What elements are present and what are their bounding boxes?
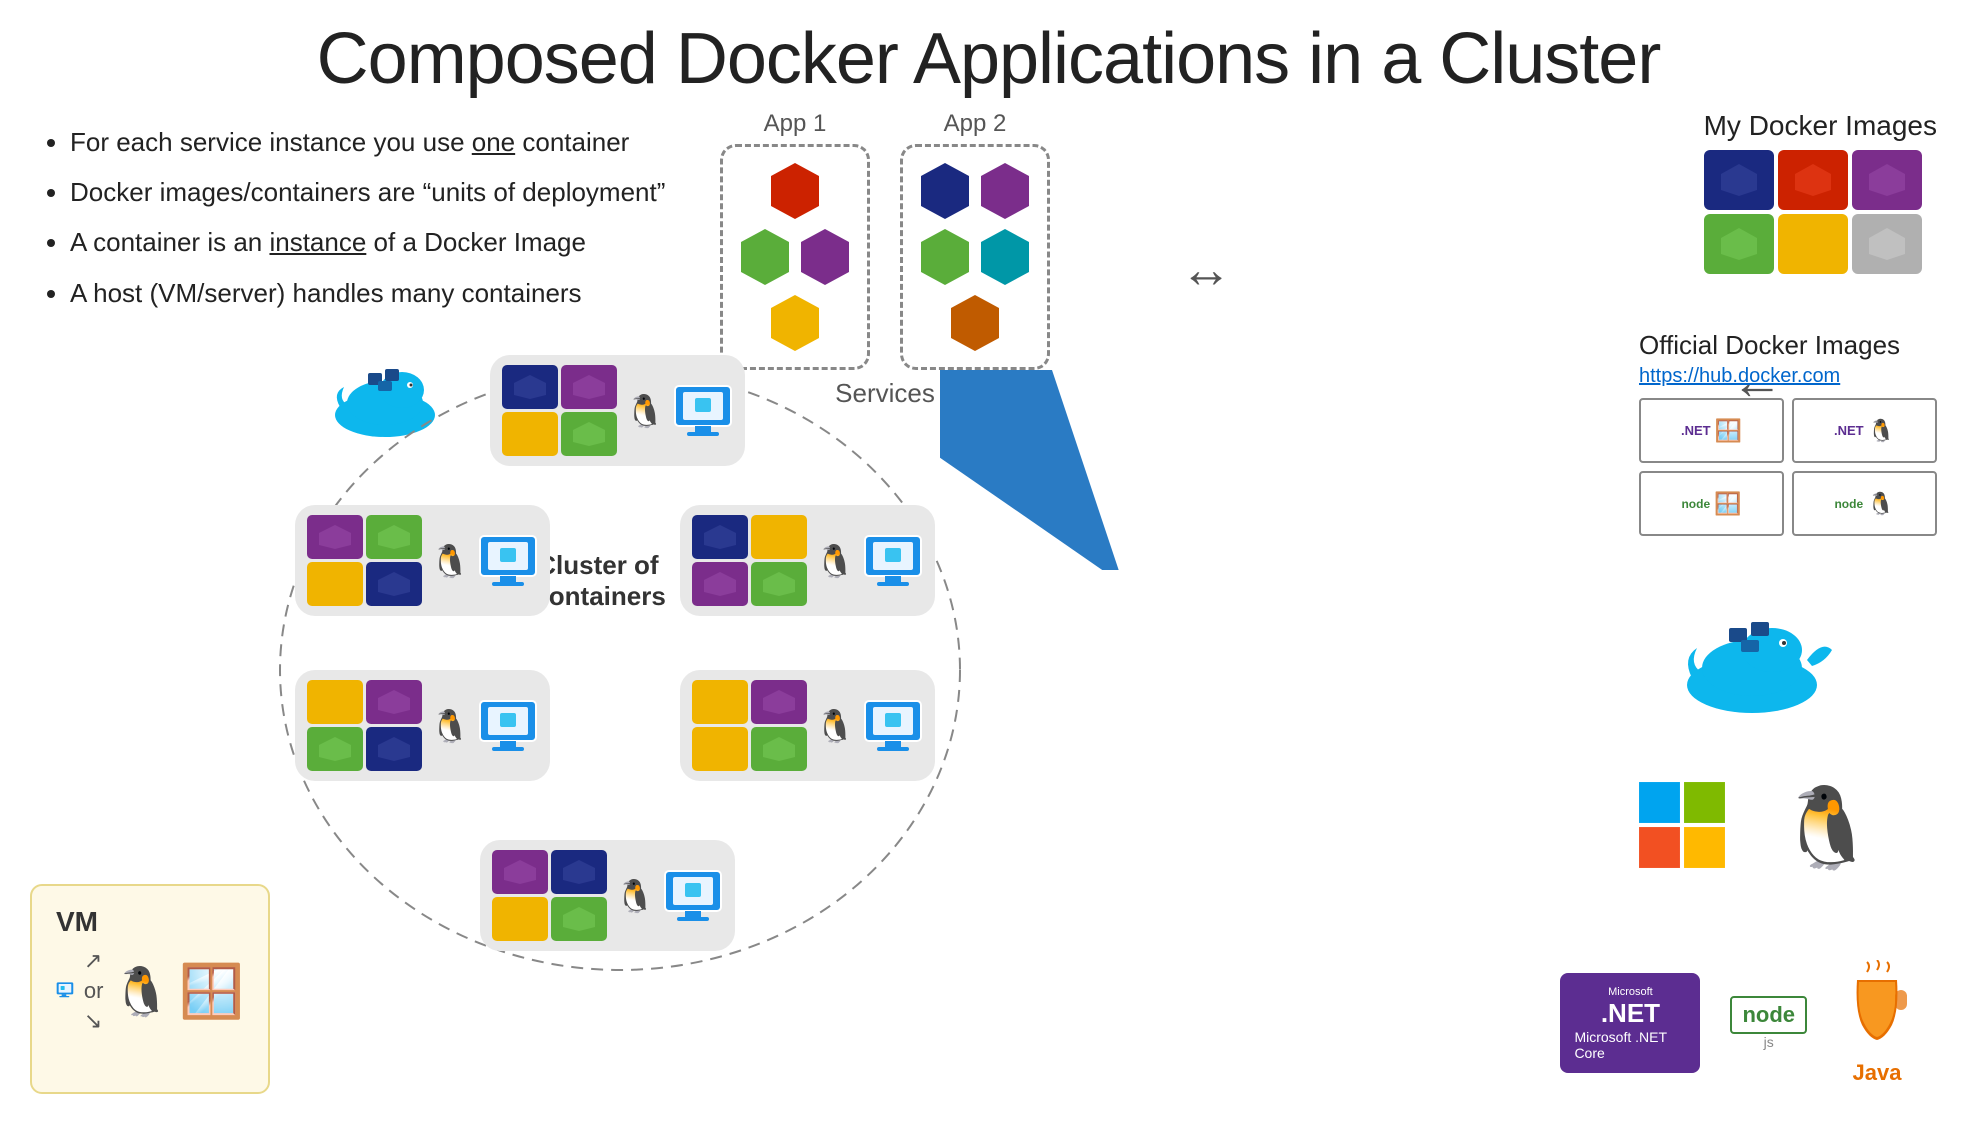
my-docker-images: My Docker Images — [1704, 110, 1937, 274]
linux-penguin-icon: 🐧 — [1777, 781, 1877, 875]
net-linux-cell: .NET 🐧 — [1792, 398, 1937, 463]
img-cell-6 — [1852, 214, 1922, 274]
cont-br3 — [692, 727, 748, 771]
penguin-icon-botleft: 🐧 — [430, 707, 470, 745]
cont-l2 — [366, 515, 422, 559]
host-node-top: 🐧 — [490, 355, 745, 466]
net-grid: .NET 🪟 .NET 🐧 node 🪟 node 🐧 — [1639, 398, 1937, 536]
vm-box: VM ↗ or ↘ 🐧 🪟 — [30, 884, 270, 1094]
cont-br2 — [751, 680, 807, 724]
cont-bl2 — [366, 680, 422, 724]
cont-3 — [502, 412, 558, 456]
container-stack-top — [502, 365, 617, 456]
container-stack-left — [307, 515, 422, 606]
app2-label: App 2 — [944, 110, 1007, 138]
docker-whale-right-icon — [1677, 590, 1837, 725]
penguin-icon-botright: 🐧 — [815, 707, 855, 745]
bullet-1: For each service instance you use one co… — [70, 120, 665, 164]
monitor-icon-bot — [663, 869, 723, 923]
cont-r3 — [692, 562, 748, 606]
cont-l3 — [307, 562, 363, 606]
hex-darkblue — [919, 161, 971, 221]
node-win-cell: node 🪟 — [1639, 471, 1784, 536]
vm-label: VM — [56, 906, 98, 938]
monitor-icon-left — [478, 534, 538, 588]
dotnet-core-icon: Microsoft .NET Microsoft .NET Core — [1560, 973, 1700, 1073]
vm-penguin-icon: 🐧 — [111, 963, 171, 1020]
img-cell-2 — [1778, 150, 1848, 210]
img-cell-1 — [1704, 150, 1774, 210]
bullet-2: Docker images/containers are “units of d… — [70, 170, 665, 214]
windows-icon — [1637, 780, 1727, 875]
cont-bl3 — [307, 727, 363, 771]
vm-windows-icon: 🪟 — [179, 961, 244, 1022]
os-icons-right: 🐧 — [1637, 780, 1877, 875]
hex-teal — [979, 227, 1031, 287]
hex-purple — [799, 227, 851, 287]
container-stack-bot — [492, 850, 607, 941]
official-link[interactable]: https://hub.docker.com — [1639, 365, 1840, 388]
page-title: Composed Docker Applications in a Cluste… — [0, 0, 1977, 100]
java-icon: Java — [1837, 960, 1917, 1086]
my-docker-title: My Docker Images — [1704, 110, 1937, 142]
vm-arrows: ↗ or ↘ — [84, 948, 104, 1034]
cont-bl4 — [366, 727, 422, 771]
hex-purple2 — [979, 161, 1031, 221]
cont-r2 — [751, 515, 807, 559]
monitor-icon-top — [673, 384, 733, 438]
cont-b3 — [492, 897, 548, 941]
cont-br4 — [751, 727, 807, 771]
node-linux-cell: node 🐧 — [1792, 471, 1937, 536]
container-stack-botright — [692, 680, 807, 771]
host-node-botleft: 🐧 — [295, 670, 550, 781]
monitor-icon-botleft — [478, 699, 538, 753]
penguin-icon-top: 🐧 — [625, 392, 665, 430]
monitor-icon-right — [863, 534, 923, 588]
penguin-icon-left: 🐧 — [430, 542, 470, 580]
image-grid — [1704, 150, 1922, 274]
hex-green — [739, 227, 791, 287]
cont-r1 — [692, 515, 748, 559]
bullet-4: A host (VM/server) handles many containe… — [70, 271, 665, 315]
cont-4 — [561, 412, 617, 456]
hex-red — [769, 161, 821, 221]
vm-monitor-icon — [56, 963, 76, 1019]
cont-2 — [561, 365, 617, 409]
cont-r4 — [751, 562, 807, 606]
monitor-icon-botright — [863, 699, 923, 753]
net-win-cell: .NET 🪟 — [1639, 398, 1784, 463]
img-cell-4 — [1704, 214, 1774, 274]
double-arrow-icon: ↔ — [1180, 240, 1232, 300]
cont-br1 — [692, 680, 748, 724]
hex-green2 — [919, 227, 971, 287]
host-node-right: 🐧 — [680, 505, 935, 616]
cont-b2 — [551, 850, 607, 894]
official-title: Official Docker Images — [1639, 330, 1900, 361]
official-docker: Official Docker Images https://hub.docke… — [1639, 330, 1937, 536]
cont-l4 — [366, 562, 422, 606]
vm-content: ↗ or ↘ 🐧 🪟 — [56, 948, 244, 1034]
host-node-botright: 🐧 — [680, 670, 935, 781]
cont-1 — [502, 365, 558, 409]
host-node-bot: 🐧 — [480, 840, 735, 951]
penguin-icon-bot: 🐧 — [615, 877, 655, 915]
tech-icons-bottom: Microsoft .NET Microsoft .NET Core node … — [1560, 960, 1917, 1086]
cont-b1 — [492, 850, 548, 894]
cont-bl1 — [307, 680, 363, 724]
penguin-icon-right: 🐧 — [815, 542, 855, 580]
cont-b4 — [551, 897, 607, 941]
container-stack-botleft — [307, 680, 422, 771]
bullet-3: A container is an instance of a Docker I… — [70, 220, 665, 264]
cluster-label: Cluster ofContainers — [530, 550, 666, 612]
app1-label: App 1 — [764, 110, 827, 138]
nodejs-icon: node js — [1730, 996, 1807, 1050]
cont-l1 — [307, 515, 363, 559]
img-cell-3 — [1852, 150, 1922, 210]
bullet-section: For each service instance you use one co… — [40, 120, 665, 321]
or-text: or — [84, 978, 104, 1004]
host-node-left: 🐧 — [295, 505, 550, 616]
container-stack-right — [692, 515, 807, 606]
img-cell-5 — [1778, 214, 1848, 274]
